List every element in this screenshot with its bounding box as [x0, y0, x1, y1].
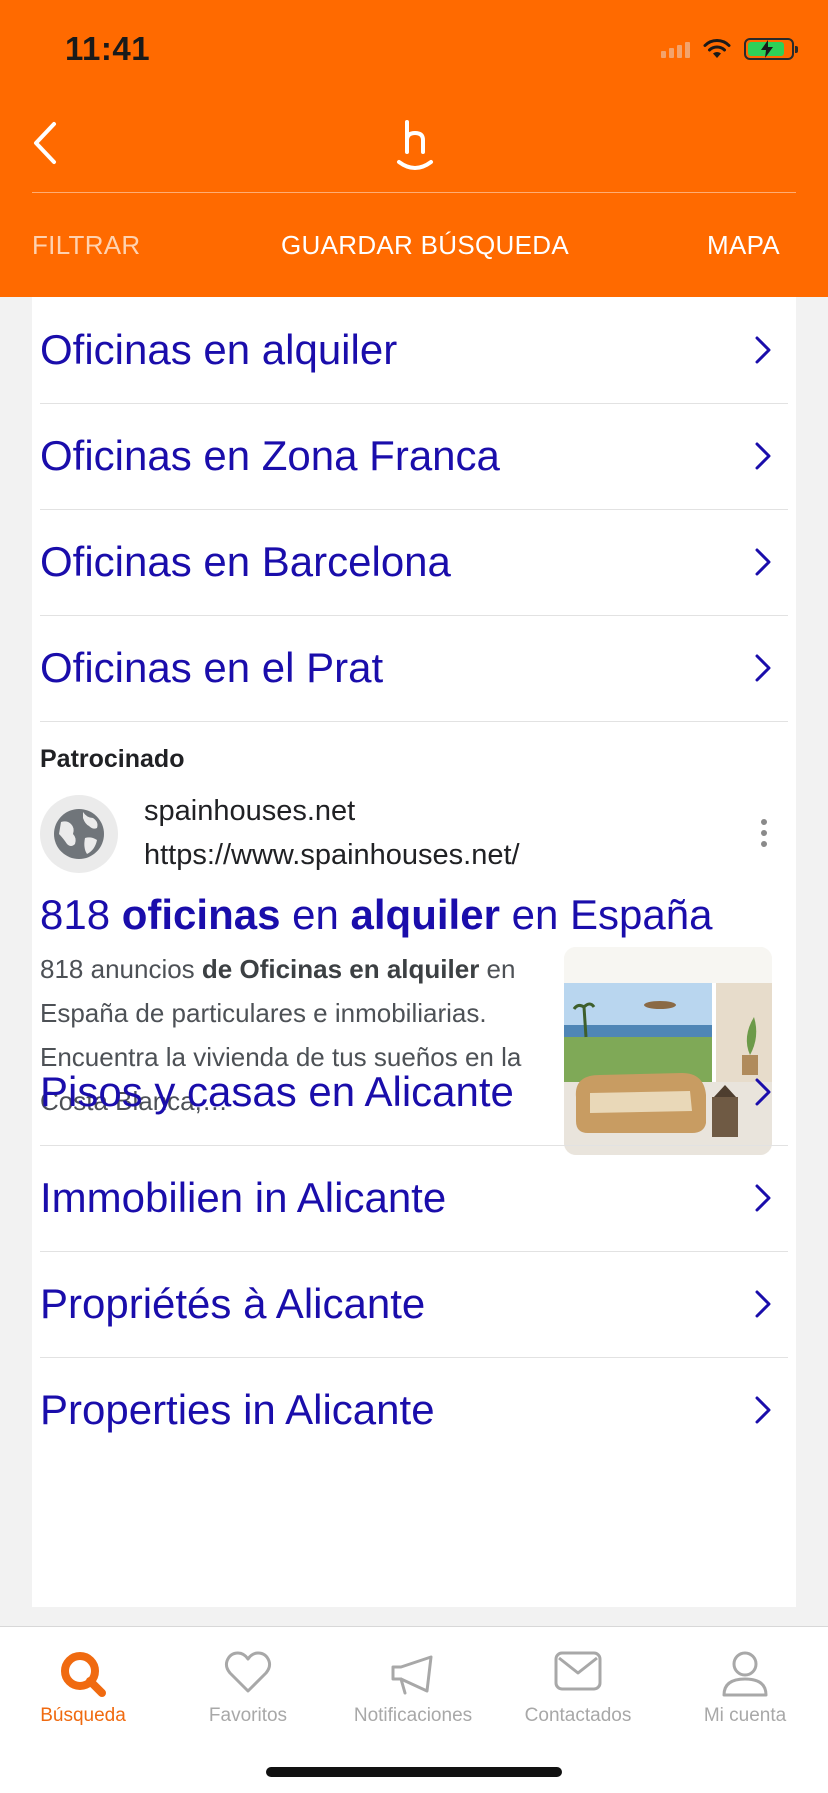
related-link[interactable]: Immobilien in Alicante — [40, 1145, 788, 1252]
related-link[interactable]: Propriétés à Alicante — [40, 1251, 788, 1358]
status-icons — [661, 36, 798, 62]
status-time: 11:41 — [65, 30, 151, 67]
related-link[interactable]: Oficinas en Barcelona — [40, 509, 788, 616]
ad-favicon — [40, 795, 118, 873]
related-link[interactable]: Oficinas en Zona Franca — [40, 403, 788, 510]
related-link-label: Oficinas en el Prat — [40, 644, 384, 691]
envelope-icon — [554, 1651, 602, 1691]
ad-title-part: oficinas — [121, 891, 281, 938]
related-link[interactable]: Properties in Alicante — [40, 1357, 788, 1463]
ad-url[interactable]: https://www.spainhouses.net/ — [144, 839, 520, 872]
related-link-label: Oficinas en alquiler — [40, 326, 398, 373]
tab-label: Contactados — [524, 1705, 632, 1726]
ad-desc-part: de Oficinas en alquiler — [201, 954, 480, 984]
chevron-right-icon — [755, 1078, 771, 1106]
more-vertical-icon[interactable] — [754, 819, 774, 849]
search-results-panel: Oficinas en alquiler Oficinas en Zona Fr… — [32, 297, 796, 1607]
ad-title-part: en — [280, 891, 351, 938]
tab-mi-cuenta[interactable]: Mi cuenta — [662, 1627, 828, 1737]
home-indicator[interactable] — [266, 1767, 562, 1777]
chevron-right-icon — [755, 654, 771, 682]
ad-title-link[interactable]: 818 oficinas en alquiler en España — [40, 891, 712, 939]
ad-domain: spainhouses.net — [144, 795, 356, 827]
tab-label: Favoritos — [208, 1705, 288, 1726]
related-link-label: Immobilien in Alicante — [40, 1174, 447, 1221]
app-header: 11:41 FILTRAR GUARDAR BÚSQUEDA MAPA — [0, 0, 828, 297]
chevron-right-icon — [755, 442, 771, 470]
chevron-right-icon — [755, 548, 771, 576]
ad-title-part: alquiler — [350, 891, 500, 938]
tab-label: Búsqueda — [40, 1705, 126, 1726]
ad-title-part: 818 — [40, 891, 122, 938]
tab-label: Mi cuenta — [703, 1705, 787, 1726]
related-link-label: Properties in Alicante — [40, 1386, 435, 1433]
heart-icon — [224, 1651, 272, 1693]
cellular-signal-icon — [661, 40, 690, 58]
bottom-tab-bar: Búsqueda Favoritos Notificaciones Contac… — [0, 1626, 828, 1793]
globe-icon — [54, 809, 104, 859]
idealista-logo-icon — [397, 120, 433, 170]
chevron-right-icon — [755, 1184, 771, 1212]
search-icon — [61, 1652, 106, 1697]
filter-button[interactable]: FILTRAR — [32, 230, 141, 261]
map-button[interactable]: MAPA — [707, 230, 780, 261]
related-link[interactable]: Oficinas en alquiler — [40, 297, 788, 404]
sponsored-label: Patrocinado — [40, 745, 185, 773]
battery-charging-icon — [744, 38, 798, 60]
back-chevron-icon[interactable] — [28, 118, 68, 168]
chevron-right-icon — [755, 336, 771, 364]
megaphone-icon — [391, 1655, 433, 1695]
tab-favoritos[interactable]: Favoritos — [165, 1627, 331, 1737]
ad-title-part: en España — [499, 891, 713, 938]
tab-busqueda[interactable]: Búsqueda — [0, 1627, 166, 1737]
user-icon — [722, 1651, 768, 1697]
related-link-label: Oficinas en Barcelona — [40, 538, 451, 585]
ad-desc-part: 818 anuncios — [40, 954, 202, 984]
related-link-label: Propriétés à Alicante — [40, 1280, 426, 1327]
chevron-right-icon — [755, 1396, 771, 1424]
tab-label: Notificaciones — [353, 1705, 473, 1726]
header-divider — [32, 192, 796, 193]
related-link[interactable]: Oficinas en el Prat — [40, 615, 788, 722]
tab-notificaciones[interactable]: Notificaciones — [330, 1627, 496, 1737]
related-link[interactable]: Pisos y casas en Alicante — [40, 1039, 788, 1146]
related-link-label: Pisos y casas en Alicante — [40, 1068, 514, 1115]
related-link-label: Oficinas en Zona Franca — [40, 432, 500, 479]
tab-contactados[interactable]: Contactados — [495, 1627, 661, 1737]
save-search-button[interactable]: GUARDAR BÚSQUEDA — [281, 230, 569, 261]
chevron-right-icon — [755, 1290, 771, 1318]
wifi-icon — [703, 39, 731, 58]
